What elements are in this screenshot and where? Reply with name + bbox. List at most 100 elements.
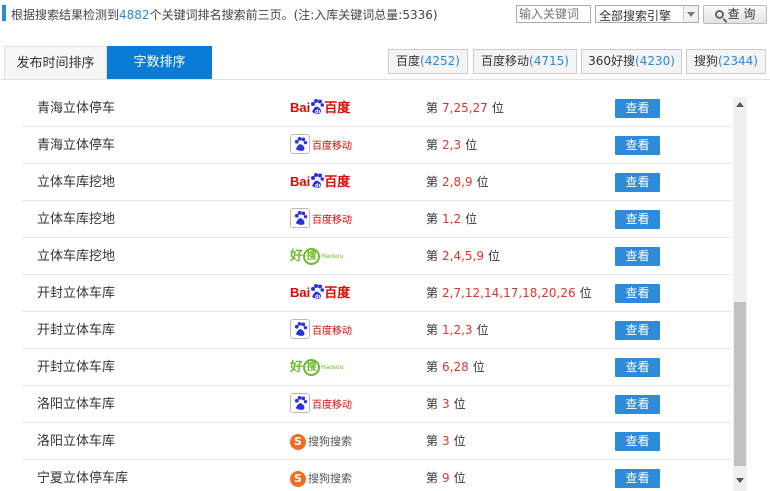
baidu-mobile-logo-text: 百度移动 <box>312 214 352 226</box>
search-button[interactable]: 查 询 <box>703 5 767 24</box>
rank-cell: 第3位 <box>426 423 466 460</box>
rank-suffix: 位 <box>579 286 592 300</box>
engine-filter-sogou[interactable]: 搜狗(2344) <box>686 49 766 74</box>
tab-sort-by-time[interactable]: 发布时间排序 <box>4 46 107 79</box>
ranking-row: 立体车库挖地 好搜 Haosou 第 2,4,5,9 位 查看 <box>22 238 732 275</box>
search-icon <box>714 10 724 19</box>
rank-prefix: 第 <box>426 360 439 374</box>
view-button[interactable]: 查看 <box>615 321 660 340</box>
svg-text:du: du <box>315 183 323 189</box>
rank-positions: 2,4,5,9 <box>442 249 484 263</box>
haosou-logo-en: Haosou <box>321 253 344 260</box>
rank-cell: 第 6,28 位 <box>426 349 485 386</box>
sogou-logo-icon: S <box>290 433 306 450</box>
baidu-logo-bai: Bai <box>290 100 311 115</box>
rank-suffix: 位 <box>488 249 501 263</box>
view-button[interactable]: 查看 <box>615 173 660 192</box>
rank-suffix: 位 <box>453 434 466 448</box>
engine-count: (4252) <box>420 54 460 68</box>
rank-suffix: 位 <box>472 360 485 374</box>
rank-cell: 第 2,7,12,14,17,18,20,26 位 <box>426 275 592 312</box>
chevron-down-icon[interactable] <box>683 6 698 22</box>
scroll-down-arrow-icon[interactable] <box>733 473 747 489</box>
rank-cell: 第 1,2,3 位 <box>426 312 489 349</box>
summary-suffix: 个关键词排名搜索前三页。(注:入库关键词总量:5336) <box>149 8 438 22</box>
baidu-logo-du: 百度 <box>324 285 351 300</box>
keyword-cell: 开封立体车库 <box>37 360 116 375</box>
rank-positions: 3 <box>442 434 450 448</box>
rank-cell: 第 1,2 位 <box>426 201 477 238</box>
engine-logo-baidu: Bai du 百度 <box>290 282 370 304</box>
view-button[interactable]: 查看 <box>615 284 660 303</box>
view-button[interactable]: 查看 <box>615 432 660 451</box>
baidu-mobile-logo-text: 百度移动 <box>312 399 352 411</box>
engine-logo-baidu-mobile: 百度移动 <box>290 319 370 341</box>
scrollbar[interactable] <box>733 97 747 491</box>
haosou-logo-sou: 搜 <box>303 248 321 265</box>
engine-logo-baidu: Bai du 百度 <box>290 97 370 119</box>
engine-filter-baidu-mobile[interactable]: 百度移动(4715) <box>473 49 577 74</box>
rank-positions: 2,7,12,14,17,18,20,26 <box>442 286 576 300</box>
ranking-row: 青海立体停车 百度移动 第 2,3 位 查看 <box>22 127 732 164</box>
rank-prefix: 第 <box>426 397 439 411</box>
engine-name: 百度移动 <box>481 54 530 68</box>
baidu-mobile-app-icon <box>290 319 310 339</box>
scroll-thumb[interactable] <box>734 302 746 466</box>
rank-positions: 2,8,9 <box>442 175 473 189</box>
baidu-mobile-logo-text: 百度移动 <box>312 140 352 152</box>
rank-prefix: 第 <box>426 323 439 337</box>
rank-cell: 第 2,4,5,9 位 <box>426 238 500 275</box>
ranking-row: 开封立体车库 Bai du 百度 第 2,7,12,14,17,18,20,26 位 查看 <box>22 275 732 312</box>
engine-select-value: 全部搜索引擎 <box>599 9 672 23</box>
engine-count: (4230) <box>635 54 675 68</box>
rank-positions: 1,2,3 <box>442 323 473 337</box>
view-button[interactable]: 查看 <box>615 247 660 266</box>
paw-icon: du <box>311 99 325 115</box>
sogou-logo-icon: S <box>290 470 306 487</box>
keyword-cell: 开封立体车库 <box>37 286 116 301</box>
ranking-row: 宁夏立体停车库 S 搜狗搜索 第 9 位 查看 <box>22 460 732 491</box>
keyword-cell: 青海立体停车 <box>37 138 116 153</box>
baidu-mobile-app-icon <box>290 208 310 228</box>
rank-prefix: 第 <box>426 471 439 485</box>
rank-prefix: 第 <box>426 434 439 448</box>
keyword-cell: 洛阳立体车库 <box>37 434 116 449</box>
baidu-logo-bai: Bai <box>290 174 311 189</box>
engine-name: 360好搜 <box>588 54 635 68</box>
engine-name: 搜狗 <box>694 54 719 68</box>
engine-logo-baidu-mobile: 百度移动 <box>290 393 370 415</box>
view-button[interactable]: 查看 <box>615 99 660 118</box>
paw-icon: du <box>311 173 325 189</box>
baidu-logo-du: 百度 <box>324 174 351 189</box>
svg-text:du: du <box>315 294 323 300</box>
tab-sort-by-word-count[interactable]: 字数排序 <box>107 46 212 79</box>
engine-select[interactable]: 全部搜索引擎 <box>595 5 699 23</box>
view-button[interactable]: 查看 <box>615 469 660 488</box>
rank-cell: 第3位 <box>426 386 466 423</box>
rank-suffix: 位 <box>453 397 466 411</box>
engine-logo-baidu-mobile: 百度移动 <box>290 208 370 230</box>
ranking-list: 青海立体停车 Bai du 百度第 7,25,27 位查看 青海立体停车 百度移动第 2,3 位查… <box>22 90 732 491</box>
engine-filter-360[interactable]: 360好搜(4230) <box>581 49 682 74</box>
view-button[interactable]: 查看 <box>615 395 660 414</box>
engine-filter-baidu[interactable]: 百度(4252) <box>388 49 468 74</box>
view-button[interactable]: 查看 <box>615 210 660 229</box>
haosou-logo-hao: 好 <box>290 360 304 375</box>
engine-logo-baidu-mobile: 百度移动 <box>290 134 370 156</box>
accent-bar <box>2 5 6 21</box>
engine-name: 百度 <box>396 54 421 68</box>
summary-prefix: 根据搜索结果检测到 <box>11 8 120 22</box>
scroll-up-arrow-icon[interactable] <box>733 97 747 113</box>
rank-prefix: 第 <box>426 175 439 189</box>
rank-suffix: 位 <box>491 101 504 115</box>
ranking-row: 洛阳立体车库 百度移动 第 3 位 查看 <box>22 386 732 423</box>
keyword-search-input[interactable] <box>516 5 591 23</box>
rank-suffix: 位 <box>465 138 478 152</box>
baidu-mobile-app-icon <box>290 134 310 154</box>
rank-positions: 3 <box>442 397 450 411</box>
engine-count: (4715) <box>529 54 569 68</box>
sogou-logo-text: 搜狗搜索 <box>308 434 352 448</box>
view-button[interactable]: 查看 <box>615 358 660 377</box>
rank-positions: 1,2 <box>442 212 462 226</box>
view-button[interactable]: 查看 <box>615 136 660 155</box>
